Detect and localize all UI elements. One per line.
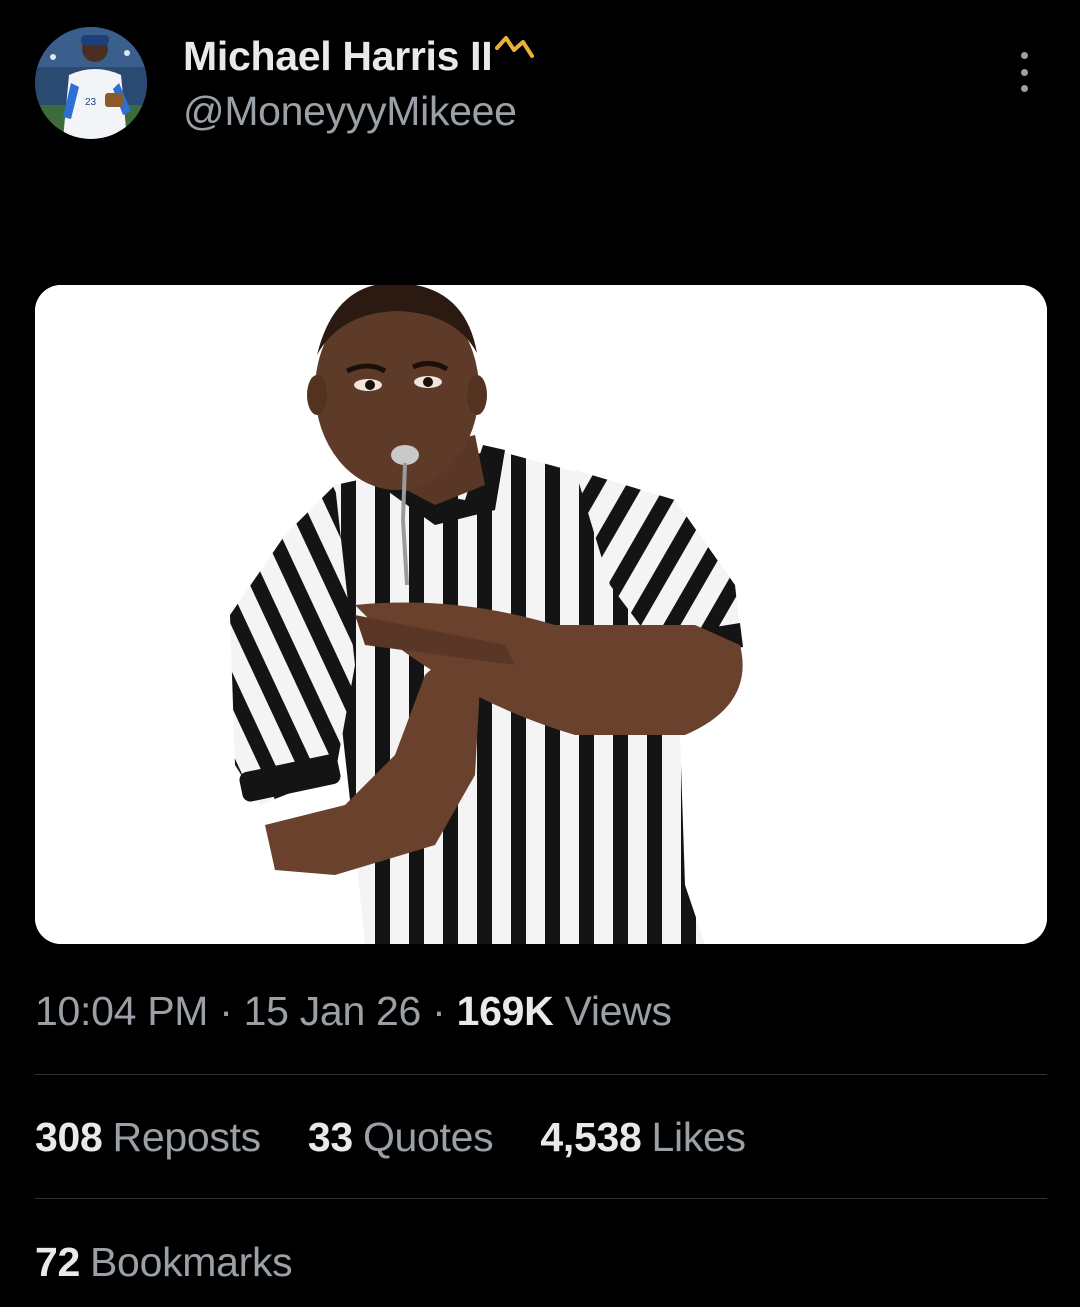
more-dot <box>1020 52 1028 59</box>
avatar-photo: 23 <box>35 27 147 139</box>
reposts-label: Reposts <box>112 1114 262 1160</box>
likes-stat[interactable]: 4,538 Likes <box>540 1114 747 1160</box>
meta-separator: · <box>219 988 233 1034</box>
bookmarks-count: 72 <box>35 1239 81 1285</box>
post-time: 10:04 PM <box>35 988 209 1034</box>
more-dot <box>1020 85 1028 92</box>
engagement-stats: 308 Reposts 33 Quotes 4,538 Likes <box>35 1114 782 1161</box>
reposts-stat[interactable]: 308 Reposts <box>35 1114 261 1160</box>
likes-count: 4,538 <box>540 1114 642 1160</box>
divider <box>35 1074 1047 1075</box>
more-options-icon[interactable] <box>1008 52 1040 92</box>
post-meta: 10:04 PM · 15 Jan 26 · 169K Views <box>35 988 672 1035</box>
views-label: Views <box>564 988 672 1034</box>
author-name-text: Michael Harris II <box>183 33 493 79</box>
crown-zigzag-icon <box>494 34 544 84</box>
referee-photo <box>35 285 1047 944</box>
bookmarks-stat[interactable]: 72 Bookmarks <box>35 1239 293 1286</box>
quotes-label: Quotes <box>362 1114 494 1160</box>
reposts-count: 308 <box>35 1114 103 1160</box>
bookmarks-label: Bookmarks <box>90 1239 293 1285</box>
post-date: 15 Jan 26 <box>243 988 422 1034</box>
meta-separator: · <box>432 988 446 1034</box>
likes-label: Likes <box>651 1114 747 1160</box>
more-dot <box>1020 68 1028 76</box>
post-media-image[interactable] <box>35 285 1047 944</box>
author-name[interactable]: Michael Harris II <box>183 33 544 84</box>
author-handle[interactable]: @MoneyyyMikeee <box>183 88 517 135</box>
svg-text:23: 23 <box>85 97 97 108</box>
divider <box>35 1198 1047 1199</box>
quotes-stat[interactable]: 33 Quotes <box>307 1114 494 1160</box>
author-avatar[interactable]: 23 <box>35 27 147 139</box>
views-count: 169K <box>456 988 554 1034</box>
quotes-count: 33 <box>307 1114 353 1160</box>
